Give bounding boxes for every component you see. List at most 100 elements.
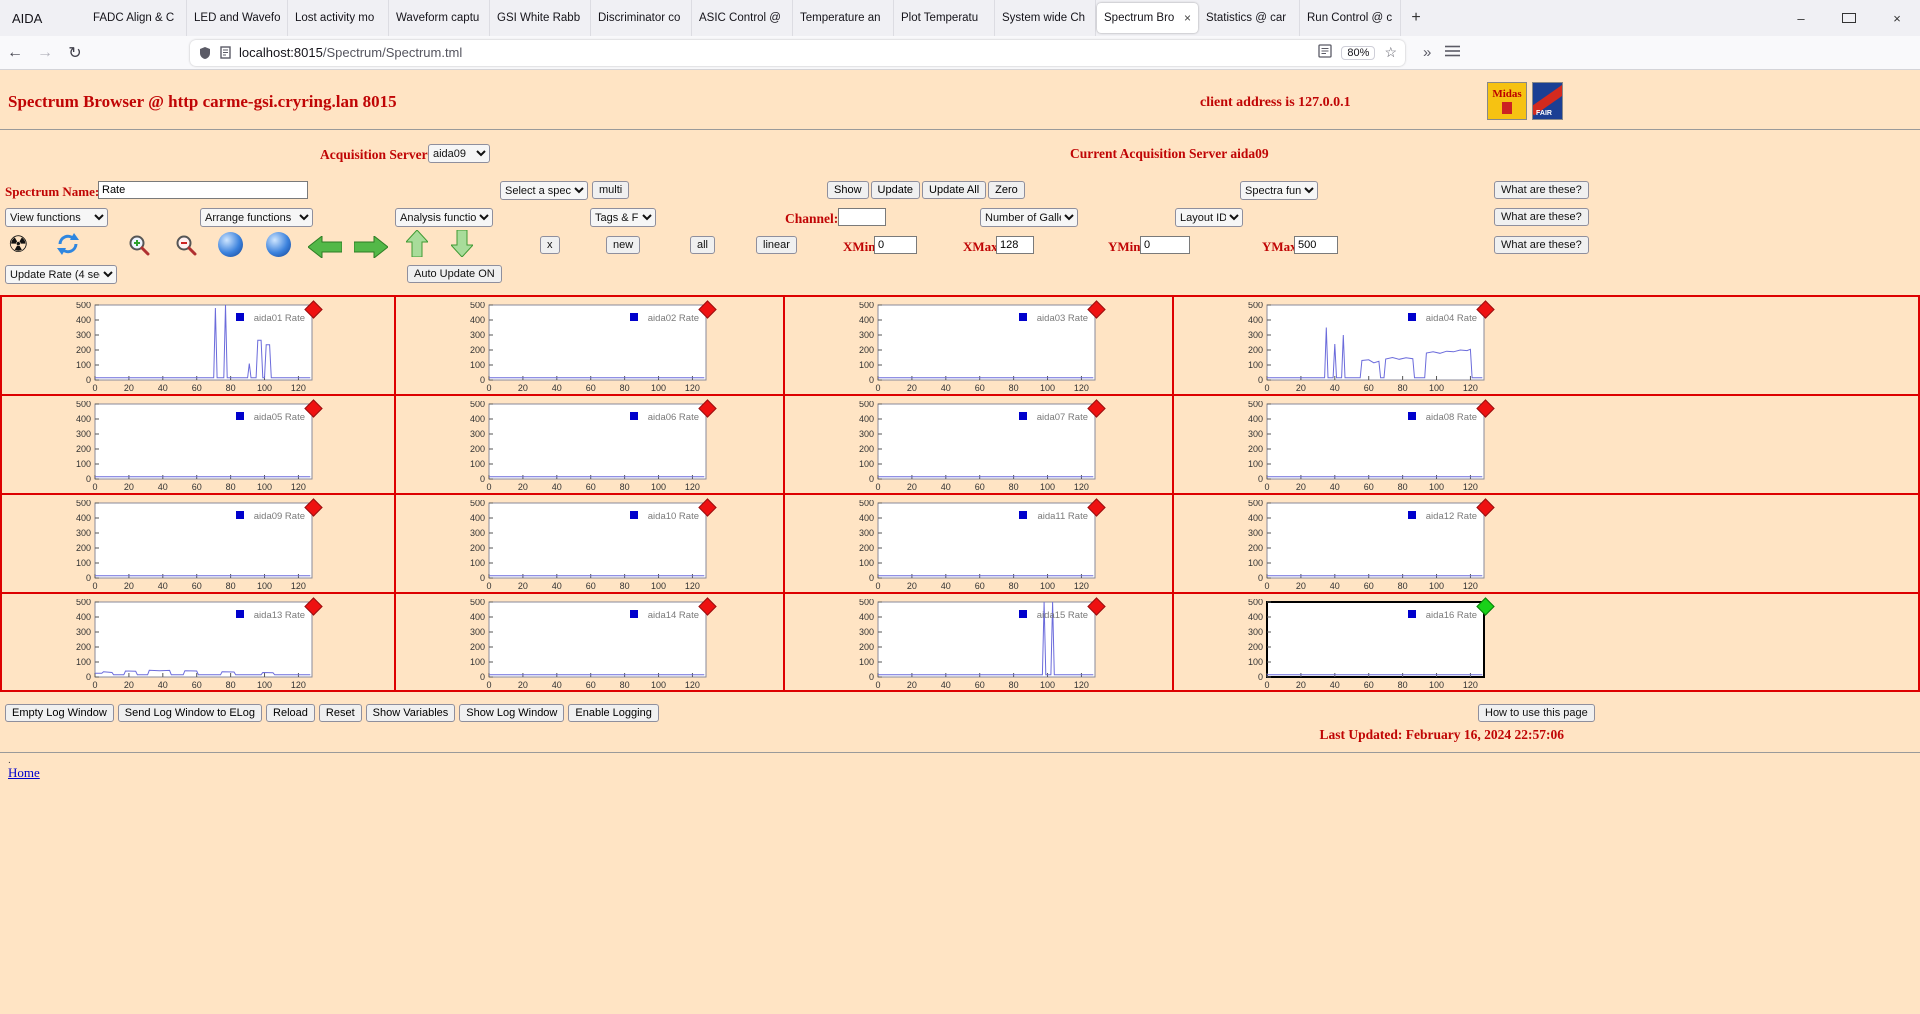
multi-button[interactable]: multi [592,181,630,199]
update-rate-dropdown[interactable]: Update Rate (4 secs) [5,265,117,284]
browser-tab[interactable]: GSI White Rabb [490,0,591,36]
view-functions-dropdown[interactable]: View functions [5,208,108,227]
spectrum-chart[interactable]: 0 100 200 300 400 500 0 20 40 60 80 100 120 aida13 Ra… [58,597,323,691]
select-spectrum-dropdown[interactable]: Select a spectrum [500,181,588,200]
spectrum-chart[interactable]: 0 100 200 300 400 500 0 20 40 60 80 100 120 aida12 Ra… [1230,498,1495,592]
svg-text:40: 40 [1330,680,1340,690]
browser-tab[interactable]: FADC Align & C [86,0,187,36]
svg-text:300: 300 [1248,627,1263,637]
browser-tab[interactable]: Discriminator co [591,0,692,36]
browser-tab[interactable]: Plot Temperatu [894,0,995,36]
linear-button[interactable]: linear [756,236,797,254]
xmin-input[interactable] [874,236,917,254]
zero-button[interactable]: Zero [988,181,1025,199]
show-log-window-button[interactable]: Show Log Window [459,704,565,722]
spectrum-chart[interactable]: 0 100 200 300 400 500 0 20 40 60 80 100 120 aida04 Ra… [1230,300,1495,394]
show-button[interactable]: Show [827,181,869,199]
spectrum-chart[interactable]: 0 100 200 300 400 500 0 20 40 60 80 100 120 aida06 Ra… [452,399,717,493]
browser-tab[interactable]: LED and Wavefo [187,0,288,36]
browser-tab[interactable]: Run Control @ c [1300,0,1401,36]
browser-tab-active[interactable]: Spectrum Bro × [1097,3,1198,33]
channel-input[interactable] [838,208,886,226]
auto-update-button[interactable]: Auto Update ON [407,265,502,283]
tab-close-icon[interactable]: × [1184,11,1191,25]
ymax-input[interactable] [1294,236,1338,254]
how-to-use-button[interactable]: How to use this page [1478,704,1595,722]
spectrum-chart[interactable]: 0 100 200 300 400 500 0 20 40 60 80 100 120 aida05 Ra… [58,399,323,493]
reader-mode-icon[interactable] [1318,44,1333,61]
svg-text:40: 40 [158,383,168,393]
arrow-up-icon[interactable] [404,229,430,262]
send-log-window-to-elog-button[interactable]: Send Log Window to ELog [117,704,263,722]
what-are-these-button-2[interactable]: What are these? [1494,208,1589,226]
spectrum-chart[interactable]: 0 100 200 300 400 500 0 20 40 60 80 100 120 aida02 Ra… [452,300,717,394]
spectrum-chart[interactable]: 0 100 200 300 400 500 0 20 40 60 80 100 120 aida14 Ra… [452,597,717,691]
update-all-button[interactable]: Update All [922,181,987,199]
what-are-these-button-3[interactable]: What are these? [1494,236,1589,254]
show-variables-button[interactable]: Show Variables [365,704,456,722]
new-button[interactable]: new [606,236,641,254]
spectrum-chart[interactable]: 0 100 200 300 400 500 0 20 40 60 80 100 120 aida01 Ra… [58,300,323,394]
zoom-out-icon[interactable] [174,233,198,262]
maximize-icon[interactable] [1842,11,1856,26]
forward-icon[interactable]: → [30,44,60,62]
spectrum-chart[interactable]: 0 100 200 300 400 500 0 20 40 60 80 100 120 aida07 Ra… [841,399,1106,493]
tags-fits-dropdown[interactable]: Tags & Fits [590,208,656,227]
zoom-level-badge[interactable]: 80% [1341,45,1376,60]
minimize-icon[interactable]: – [1794,11,1808,26]
url-bar[interactable]: localhost:8015 /Spectrum/Spectrum.tml 80… [190,39,1405,66]
bookmark-star-icon[interactable]: ☆ [1384,44,1397,61]
back-icon[interactable]: ← [0,44,30,62]
reload-button[interactable]: Reload [266,704,315,722]
spectrum-chart[interactable]: 0 100 200 300 400 500 0 20 40 60 80 100 120 aida11 Ra… [841,498,1106,592]
menu-icon[interactable] [1445,44,1461,62]
overflow-chevron-icon[interactable]: » [1423,44,1431,61]
arrow-right-icon[interactable] [353,234,389,263]
xmax-input[interactable] [996,236,1034,254]
shield-icon[interactable] [198,46,212,60]
new-tab-button[interactable]: + [1401,9,1431,27]
what-are-these-button-1[interactable]: What are these? [1494,181,1589,199]
svg-text:0: 0 [92,482,97,492]
browser-tab[interactable]: Lost activity mo [288,0,389,36]
browser-tab[interactable]: Waveform captu [389,0,490,36]
radiation-icon[interactable]: ☢ [8,233,29,257]
empty-log-window-button[interactable]: Empty Log Window [5,704,114,722]
update-button[interactable]: Update [870,181,921,199]
spectrum-chart[interactable]: 0 100 200 300 400 500 0 20 40 60 80 100 120 aida03 Ra… [841,300,1106,394]
svg-text:120: 120 [1463,581,1478,591]
svg-text:80: 80 [1009,680,1019,690]
browser-tab[interactable]: Temperature an [793,0,894,36]
ymin-input[interactable] [1140,236,1190,254]
arrange-functions-dropdown[interactable]: Arrange functions [200,208,313,227]
blue-sphere-icon-1[interactable] [218,232,243,257]
spectrum-chart[interactable]: 0 100 200 300 400 500 0 20 40 60 80 100 120 aida09 Ra… [58,498,323,592]
spectrum-chart[interactable]: 0 100 200 300 400 500 0 20 40 60 80 100 120 aida10 Ra… [452,498,717,592]
reload-icon[interactable]: ↻ [60,43,90,63]
connection-icon[interactable] [219,46,232,59]
all-button[interactable]: all [690,236,716,254]
arrow-down-icon[interactable] [449,229,475,262]
close-icon[interactable]: × [1890,11,1904,26]
reset-button[interactable]: Reset [318,704,362,722]
arrow-left-icon[interactable] [307,234,343,263]
spectrum-chart[interactable]: 0 100 200 300 400 500 0 20 40 60 80 100 120 aida16 Ra… [1230,597,1495,691]
home-link[interactable]: Home [8,765,40,781]
enable-logging-button[interactable]: Enable Logging [568,704,659,722]
acquisition-server-select[interactable]: aida09 [428,144,490,163]
x-button[interactable]: x [540,236,560,254]
layout-id-dropdown[interactable]: Layout ID=1 [1175,208,1243,227]
analysis-functions-dropdown[interactable]: Analysis functions [395,208,493,227]
zoom-in-icon[interactable] [127,233,151,262]
spectra-functions-dropdown[interactable]: Spectra functions [1240,181,1318,200]
browser-tab[interactable]: Statistics @ car [1199,0,1300,36]
spectrum-chart[interactable]: 0 100 200 300 400 500 0 20 40 60 80 100 120 aida15 Ra… [841,597,1106,691]
browser-tab[interactable]: System wide Ch [995,0,1096,36]
refresh-icon[interactable] [55,231,81,262]
spectrum-name-input[interactable] [98,181,308,199]
browser-tab[interactable]: ASIC Control @ [692,0,793,36]
blue-sphere-icon-2[interactable] [266,232,291,257]
spectrum-chart[interactable]: 0 100 200 300 400 500 0 20 40 60 80 100 120 aida08 Ra… [1230,399,1495,493]
number-of-galleries-dropdown[interactable]: Number of Galleries [980,208,1078,227]
channel-label: Channel: [785,211,839,226]
